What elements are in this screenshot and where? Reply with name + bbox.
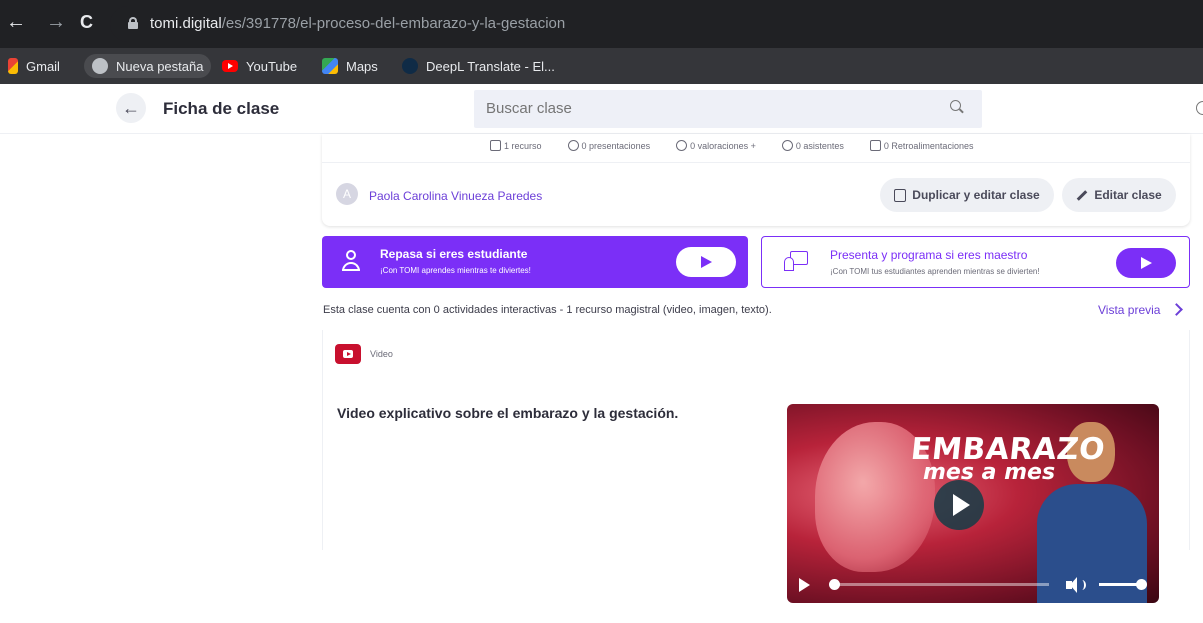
play-circle-icon [567, 140, 579, 151]
student-banner[interactable]: Repasa si eres estudiante ¡Con TOMI apre… [322, 236, 748, 288]
bookmark-label: DeepL Translate - El... [426, 58, 555, 74]
bookmark-youtube[interactable]: YouTube [222, 56, 297, 76]
bookmark-label: Gmail [26, 58, 60, 74]
stat-attendees: 0 asistentes [781, 140, 844, 151]
student-banner-subtitle: ¡Con TOMI aprendes mientras te diviertes… [380, 266, 531, 275]
chevron-right-icon[interactable] [1170, 303, 1183, 316]
video-play-button[interactable] [934, 480, 984, 530]
app-header: ← Ficha de clase [0, 84, 1203, 134]
edit-label: Editar clase [1094, 188, 1162, 202]
thumbnail-subtitle: mes a mes [923, 460, 1056, 485]
teacher-banner[interactable]: Presenta y programa si eres maestro ¡Con… [761, 236, 1190, 288]
group-icon [781, 140, 793, 151]
preview-link[interactable]: Vista previa [1098, 303, 1160, 317]
duplicate-label: Duplicar y editar clase [912, 188, 1040, 202]
stat-resources: 1 recurso [490, 140, 542, 151]
video-controls [787, 570, 1159, 603]
resource-type: Video [370, 349, 393, 359]
bookmark-label: YouTube [246, 58, 298, 74]
bookmark-maps[interactable]: Maps [322, 56, 378, 76]
student-icon [342, 250, 360, 272]
forward-arrow-icon[interactable]: → [46, 10, 66, 34]
maps-icon [322, 58, 338, 74]
play-icon [1141, 257, 1152, 269]
bookmark-deepl[interactable]: DeepL Translate - El... [402, 56, 555, 76]
student-play-button[interactable] [676, 247, 736, 277]
duplicate-edit-button[interactable]: Duplicar y editar clase [880, 178, 1054, 212]
avatar[interactable]: A [336, 183, 358, 205]
bookmark-label: Nueva pestaña [116, 58, 204, 74]
search-icon[interactable] [950, 100, 964, 114]
volume-icon[interactable] [1066, 577, 1086, 593]
divider [322, 162, 1190, 163]
class-stats: 1 recurso 0 presentaciones 0 valoracione… [490, 140, 999, 151]
video-player[interactable]: EMBARAZO mes a mes [787, 404, 1159, 603]
back-button[interactable]: ← [116, 93, 146, 123]
globe-icon [92, 58, 108, 74]
list-icon [490, 140, 501, 151]
bookmark-label: Maps [346, 58, 378, 74]
search-input[interactable] [486, 100, 926, 117]
play-icon[interactable] [799, 578, 810, 592]
student-banner-title: Repasa si eres estudiante [380, 247, 528, 261]
author-name[interactable]: Paola Carolina Vinueza Paredes [369, 189, 542, 203]
class-summary: Esta clase cuenta con 0 actividades inte… [323, 304, 772, 316]
presentation-icon [784, 251, 808, 271]
copy-icon [894, 188, 907, 202]
arrow-left-icon: ← [122, 98, 140, 118]
lock-icon [128, 17, 138, 29]
play-icon [701, 256, 712, 268]
stat-feedback: 0 Retroalimentaciones [869, 140, 973, 151]
bookmark-gmail[interactable]: Gmail [8, 56, 60, 76]
deepl-icon [402, 58, 418, 74]
pencil-icon [1077, 189, 1088, 201]
teacher-play-button[interactable] [1116, 248, 1176, 278]
page-title: Ficha de clase [163, 99, 280, 118]
teacher-banner-subtitle: ¡Con TOMI tus estudiantes aprenden mient… [830, 267, 1040, 276]
smiley-icon [676, 140, 688, 151]
stat-ratings[interactable]: 0 valoraciones + [676, 140, 756, 151]
resource-description: Video explicativo sobre el embarazo y la… [337, 405, 679, 421]
search-box[interactable] [474, 90, 982, 128]
stat-presentations: 0 presentaciones [567, 140, 650, 151]
address-bar[interactable]: tomi.digital/es/391778/el-proceso-del-em… [110, 6, 1203, 42]
profile-icon[interactable] [1196, 101, 1203, 115]
volume-handle[interactable] [1136, 579, 1147, 590]
progress-handle[interactable] [829, 579, 840, 590]
youtube-icon [335, 344, 361, 364]
edit-class-button[interactable]: Editar clase [1062, 178, 1176, 212]
bookmark-new-tab[interactable]: Nueva pestaña [84, 54, 212, 78]
teacher-banner-title: Presenta y programa si eres maestro [830, 248, 1028, 262]
back-arrow-icon[interactable]: ← [6, 10, 26, 34]
progress-track[interactable] [831, 583, 1049, 586]
reload-icon[interactable]: C [80, 10, 93, 34]
volume-slider[interactable] [1099, 583, 1141, 586]
chat-icon [869, 140, 881, 151]
youtube-icon [222, 60, 238, 72]
url-text[interactable]: tomi.digital/es/391778/el-proceso-del-em… [150, 15, 565, 32]
bookmarks-bar: Gmail Nueva pestaña YouTube Maps DeepL T… [0, 48, 1203, 84]
browser-toolbar: ← → C tomi.digital/es/391778/el-proceso-… [0, 0, 1203, 48]
gmail-icon [8, 58, 18, 74]
class-info-card: 1 recurso 0 presentaciones 0 valoracione… [322, 134, 1190, 226]
